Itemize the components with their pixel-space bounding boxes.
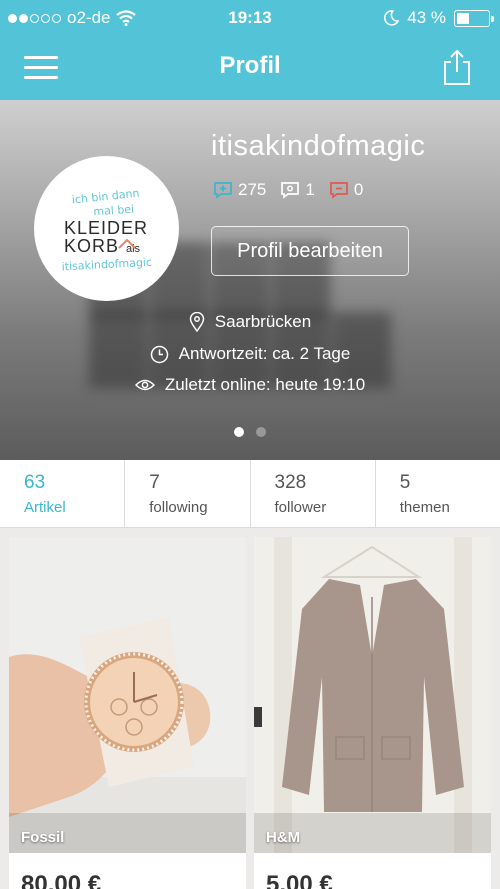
rating-neutral[interactable]: 1 [280, 180, 315, 200]
edit-profile-button[interactable]: Profil bearbeiten [211, 226, 409, 276]
page-dot[interactable] [256, 427, 266, 437]
svg-text:KLEIDER: KLEIDER [64, 218, 148, 238]
item-photo [9, 537, 246, 853]
item-card-cardigan[interactable]: H&M 5,00 € [254, 537, 491, 889]
tab-label: follower [274, 499, 327, 516]
svg-text:itisakindofmagic: itisakindofmagic [61, 256, 152, 274]
tab-count: 7 [149, 472, 160, 493]
response-time-text: Antwortzeit: ca. 2 Tage [178, 344, 351, 363]
eye-icon [134, 379, 155, 391]
status-bar: o2-de 19:13 43 % [0, 0, 500, 36]
item-brand: Fossil [21, 829, 65, 846]
rating-neutral-count: 1 [305, 180, 315, 199]
tab-following[interactable]: 7 following [125, 460, 251, 527]
tab-count: 5 [399, 472, 411, 493]
cardigan-photo-illustration [254, 537, 491, 853]
location-row: Saarbrücken [0, 312, 500, 332]
item-price: 80,00 € [21, 871, 102, 889]
svg-text:mal bei: mal bei [93, 203, 135, 219]
rating-positive[interactable]: 275 [213, 180, 266, 200]
chat-neutral-icon [281, 182, 300, 199]
tab-count: 63 [24, 472, 46, 493]
battery-percent: 43 % [407, 8, 446, 27]
tab-artikel[interactable]: 63 Artikel [0, 460, 126, 527]
profile-tabs: 63 Artikel 7 following 328 follower 5 th… [0, 460, 500, 528]
tab-label: following [149, 499, 208, 516]
rating-positive-count: 275 [238, 180, 267, 199]
item-grid: Fossil 80,00 € H&M 5,00 € [0, 528, 500, 889]
last-online-row: Zuletzt online: heute 19:10 [0, 375, 500, 395]
item-photo [254, 537, 491, 853]
tab-count: 328 [274, 472, 307, 493]
watch-photo-illustration [9, 537, 246, 853]
share-icon[interactable] [442, 48, 472, 86]
tab-follower[interactable]: 328 follower [251, 460, 376, 527]
last-online-text: Zuletzt online: heute 19:10 [164, 375, 366, 394]
svg-text:als: als [126, 243, 141, 255]
location-pin-icon [189, 312, 205, 332]
rating-stats: 275 1 0 [213, 180, 363, 200]
moon-icon [384, 10, 400, 26]
page-title: Profil [219, 52, 281, 79]
rating-negative-count: 0 [353, 180, 364, 199]
response-time-row: Antwortzeit: ca. 2 Tage [0, 344, 500, 364]
tab-label: Artikel [24, 499, 66, 516]
navigation-bar: Profil [0, 36, 500, 100]
clock-icon [150, 345, 168, 363]
location-text: Saarbrücken [214, 312, 312, 331]
avatar[interactable]: ich bin dann mal bei KLEIDER KORB als it… [34, 156, 179, 301]
tab-themen[interactable]: 5 themen [376, 460, 500, 527]
svg-text:KORB: KORB [64, 236, 119, 256]
item-brand: H&M [266, 829, 301, 846]
item-price: 5,00 € [266, 871, 333, 889]
page-indicator[interactable] [0, 427, 500, 437]
chat-plus-icon [214, 182, 232, 199]
tab-label: themen [399, 499, 450, 516]
page-dot-active[interactable] [234, 427, 244, 437]
kleiderkorb-logo: ich bin dann mal bei KLEIDER KORB als it… [61, 187, 152, 274]
status-right: 43 % [383, 8, 494, 28]
profile-header: ▇▇▇▇ ▇▇▇▇▇ ich bin dann mal bei KLEIDER K… [0, 100, 500, 460]
chat-negative-icon [329, 182, 348, 199]
rating-negative[interactable]: 0 [329, 180, 363, 200]
battery-icon [454, 9, 494, 27]
item-card-watch[interactable]: Fossil 80,00 € [9, 537, 246, 889]
username: itisakindofmagic [211, 130, 426, 162]
